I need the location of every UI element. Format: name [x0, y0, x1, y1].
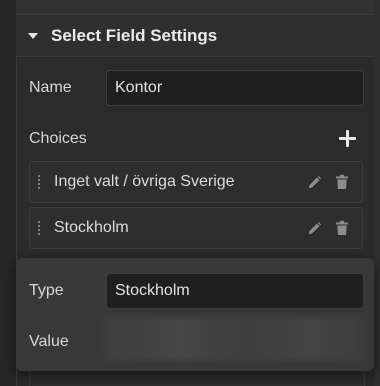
- top-strip: [16, 0, 374, 15]
- choices-label: Choices: [29, 130, 87, 147]
- name-input-value: Kontor: [115, 79, 163, 96]
- trash-icon[interactable]: [334, 220, 350, 236]
- choice-label: Inget valt / övriga Sverige: [54, 173, 235, 190]
- section-header-select-field-settings[interactable]: Select Field Settings: [16, 15, 374, 57]
- value-label: Value: [29, 333, 69, 350]
- caret-down-icon[interactable]: [28, 32, 38, 39]
- right-panel-edge: [374, 0, 380, 386]
- left-panel-edge: [0, 0, 17, 386]
- drag-handle-icon[interactable]: [37, 174, 41, 190]
- section-title: Select Field Settings: [51, 25, 218, 45]
- settings-panel: Select Field Settings Name Kontor Choice…: [0, 0, 380, 386]
- pencil-icon[interactable]: [306, 220, 322, 236]
- pencil-icon[interactable]: [306, 174, 322, 190]
- name-input[interactable]: Kontor: [106, 70, 364, 106]
- name-label: Name: [29, 79, 72, 96]
- trash-icon[interactable]: [334, 174, 350, 190]
- plus-icon[interactable]: [339, 130, 356, 147]
- drag-handle-icon[interactable]: [37, 220, 41, 236]
- type-label: Type: [29, 282, 64, 299]
- choice-item[interactable]: Inget valt / övriga Sverige: [29, 161, 363, 203]
- choice-item[interactable]: Stockholm: [29, 207, 363, 249]
- choice-item-obscured: ​: [29, 371, 365, 386]
- choice-label: Stockholm: [54, 219, 129, 236]
- value-input-redacted[interactable]: [104, 317, 364, 361]
- type-input-value: Stockholm: [115, 282, 190, 299]
- type-input[interactable]: Stockholm: [106, 273, 364, 309]
